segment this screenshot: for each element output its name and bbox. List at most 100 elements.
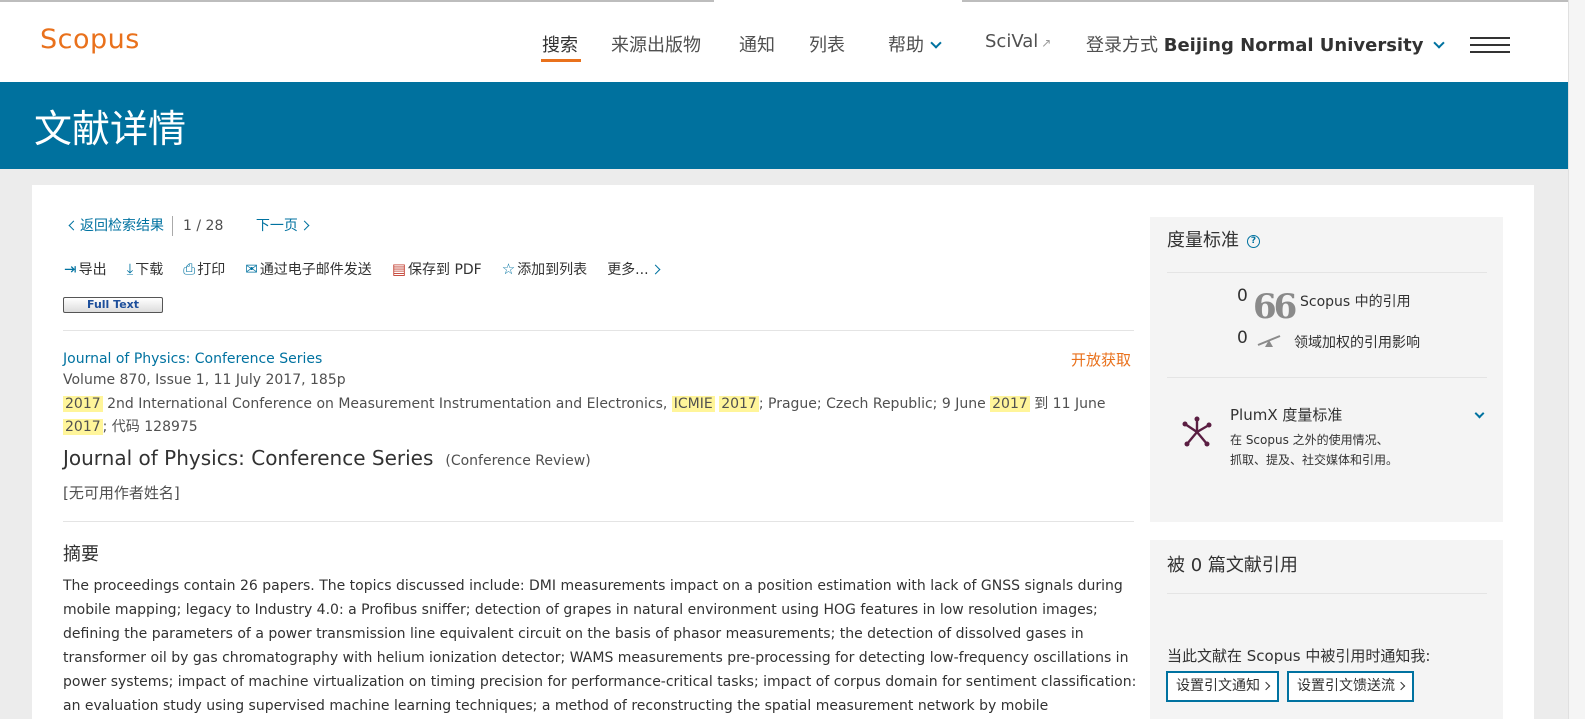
export-label: 导出 bbox=[78, 262, 107, 278]
set-citation-alert-label: 设置引文通知 bbox=[1176, 678, 1260, 694]
next-page-link[interactable]: 下一页 bbox=[255, 218, 310, 234]
chevron-down-icon bbox=[1433, 37, 1446, 49]
author-list: [无可用作者姓名] bbox=[63, 484, 180, 502]
conference-info: 2017 2nd International Conference on Mea… bbox=[63, 393, 1113, 439]
hamburger-menu-icon[interactable] bbox=[1470, 37, 1510, 55]
citation-count: 0 bbox=[1237, 286, 1248, 306]
email-label: 通过电子邮件发送 bbox=[259, 262, 372, 278]
metrics-title: 度量标准 bbox=[1167, 230, 1239, 251]
pager-separator: / bbox=[196, 218, 202, 234]
document-title: Journal of Physics: Conference Series (Co… bbox=[63, 446, 591, 470]
export-button[interactable]: ⇥ 导出 bbox=[64, 259, 107, 279]
login-prefix: 登录方式 bbox=[1086, 35, 1158, 56]
plumx-icon bbox=[1182, 416, 1212, 447]
fwci-icon bbox=[1257, 335, 1281, 347]
chevron-right-icon bbox=[1396, 681, 1406, 691]
nav-help-label: 帮助 bbox=[888, 35, 924, 56]
nav-alerts[interactable]: 通知 bbox=[739, 31, 775, 57]
nav-help[interactable]: 帮助 bbox=[888, 31, 942, 57]
download-icon: ⤓ bbox=[126, 260, 134, 278]
nav-active-underline bbox=[541, 59, 581, 62]
download-label: 下载 bbox=[135, 262, 164, 278]
open-access-badge: 开放获取 bbox=[1071, 351, 1132, 369]
print-button[interactable]: ⎙ 打印 bbox=[183, 259, 225, 279]
chevron-right-icon bbox=[1261, 681, 1271, 691]
highlight-term: 2017 bbox=[990, 396, 1030, 412]
citations-label: Scopus 中的引用 bbox=[1300, 294, 1411, 310]
top-navigation-bar: Scopus 搜索 来源出版物 通知 列表 帮助 SciVal ↗ 登录方式 Be… bbox=[0, 0, 1568, 82]
highlight-term: 2017 bbox=[719, 396, 759, 412]
save-pdf-label: 保存到 PDF bbox=[408, 262, 482, 278]
nav-scival-label: SciVal bbox=[985, 31, 1039, 52]
plumx-description: 在 Scopus 之外的使用情况、抓取、提及、社交媒体和引用。 bbox=[1230, 433, 1399, 467]
pager-current: 1 bbox=[183, 218, 192, 234]
full-text-button[interactable]: Full Text bbox=[63, 297, 163, 313]
next-page-label: 下一页 bbox=[255, 218, 298, 234]
chevron-down-icon bbox=[930, 37, 942, 49]
back-to-results-link[interactable]: 返回检索结果 bbox=[68, 218, 164, 234]
page-title: 文献详情 bbox=[34, 107, 187, 151]
document-type: (Conference Review) bbox=[445, 453, 591, 469]
scopus-logo[interactable]: Scopus bbox=[40, 24, 140, 55]
divider bbox=[172, 216, 173, 236]
pager-total: 28 bbox=[205, 218, 224, 234]
document-title-text: Journal of Physics: Conference Series bbox=[63, 446, 434, 470]
scrollbar[interactable] bbox=[1568, 0, 1585, 719]
email-button[interactable]: ✉ 通过电子邮件发送 bbox=[245, 259, 372, 279]
star-icon: ☆ bbox=[501, 260, 516, 278]
nav-scival[interactable]: SciVal ↗ bbox=[985, 31, 1051, 52]
institution-name: Beijing Normal University bbox=[1163, 35, 1424, 56]
abstract-heading: 摘要 bbox=[63, 544, 99, 565]
top-border-gap bbox=[714, 0, 962, 2]
help-icon[interactable]: ? bbox=[1247, 234, 1260, 248]
metrics-heading: 度量标准? bbox=[1167, 226, 1260, 252]
conference-text: ; Prague; Czech Republic; 9 June bbox=[758, 396, 991, 412]
nav-lists[interactable]: 列表 bbox=[809, 31, 845, 57]
chevron-right-icon bbox=[650, 264, 660, 275]
highlight-term: 2017 bbox=[63, 419, 103, 435]
set-citation-feed-button[interactable]: 设置引文馈送流 bbox=[1287, 671, 1414, 702]
set-citation-alert-button[interactable]: 设置引文通知 bbox=[1166, 671, 1279, 702]
highlight-term: ICMIE bbox=[671, 396, 715, 412]
journal-link[interactable]: Journal of Physics: Conference Series bbox=[63, 351, 322, 367]
cite-notify-text: 当此文献在 Scopus 中被引用时通知我: bbox=[1167, 647, 1431, 665]
divider bbox=[1167, 377, 1487, 378]
nav-sources[interactable]: 来源出版物 bbox=[611, 31, 701, 57]
add-to-list-label: 添加到列表 bbox=[517, 262, 588, 278]
back-to-results-label: 返回检索结果 bbox=[80, 218, 164, 234]
more-button[interactable]: 更多... bbox=[607, 259, 660, 279]
metrics-panel bbox=[1150, 217, 1503, 522]
divider bbox=[63, 521, 1134, 522]
page-banner: 文献详情 bbox=[0, 82, 1568, 169]
volume-info: Volume 870, Issue 1, 11 July 2017, 185p bbox=[63, 372, 346, 388]
conference-text: 2nd International Conference on Measurem… bbox=[102, 396, 672, 412]
highlight-term: 2017 bbox=[63, 396, 103, 412]
print-label: 打印 bbox=[197, 262, 226, 278]
email-icon: ✉ bbox=[245, 260, 258, 278]
chevron-right-icon bbox=[299, 220, 310, 231]
add-to-list-button[interactable]: ☆ 添加到列表 bbox=[502, 259, 587, 279]
set-citation-feed-label: 设置引文馈送流 bbox=[1297, 678, 1395, 694]
save-pdf-button[interactable]: ▤ 保存到 PDF bbox=[392, 259, 482, 279]
more-label: 更多... bbox=[607, 262, 649, 278]
nav-login-institution[interactable]: 登录方式 Beijing Normal University bbox=[1086, 31, 1446, 57]
divider bbox=[1167, 593, 1487, 594]
document-pager: 返回检索结果 1 / 28 下一页 bbox=[68, 215, 310, 236]
document-actions-toolbar: ⇥ 导出 ⤓ 下载 ⎙ 打印 ✉ 通过电子邮件发送 ▤ 保存到 PDF ☆ 添加到列表 更多... bbox=[64, 259, 679, 279]
chevron-left-icon bbox=[68, 220, 79, 231]
cited-by-heading: 被 0 篇文献引用 bbox=[1167, 555, 1298, 576]
plumx-title[interactable]: PlumX 度量标准 bbox=[1230, 404, 1342, 425]
print-icon: ⎙ bbox=[183, 260, 196, 278]
fwci-label: 领域加权的引用影响 bbox=[1294, 335, 1420, 351]
conference-text: 到 11 June bbox=[1029, 396, 1106, 412]
external-link-icon: ↗ bbox=[1041, 36, 1052, 50]
fwci-value: 0 bbox=[1237, 328, 1248, 348]
divider bbox=[63, 330, 1134, 331]
divider bbox=[1167, 272, 1487, 273]
quote-icon: 66 bbox=[1253, 287, 1297, 327]
export-icon: ⇥ bbox=[64, 260, 77, 278]
nav-search[interactable]: 搜索 bbox=[542, 31, 578, 57]
pdf-icon: ▤ bbox=[391, 260, 406, 278]
download-button[interactable]: ⤓ 下载 bbox=[127, 259, 164, 279]
conference-text: ; 代码 128975 bbox=[102, 419, 198, 435]
